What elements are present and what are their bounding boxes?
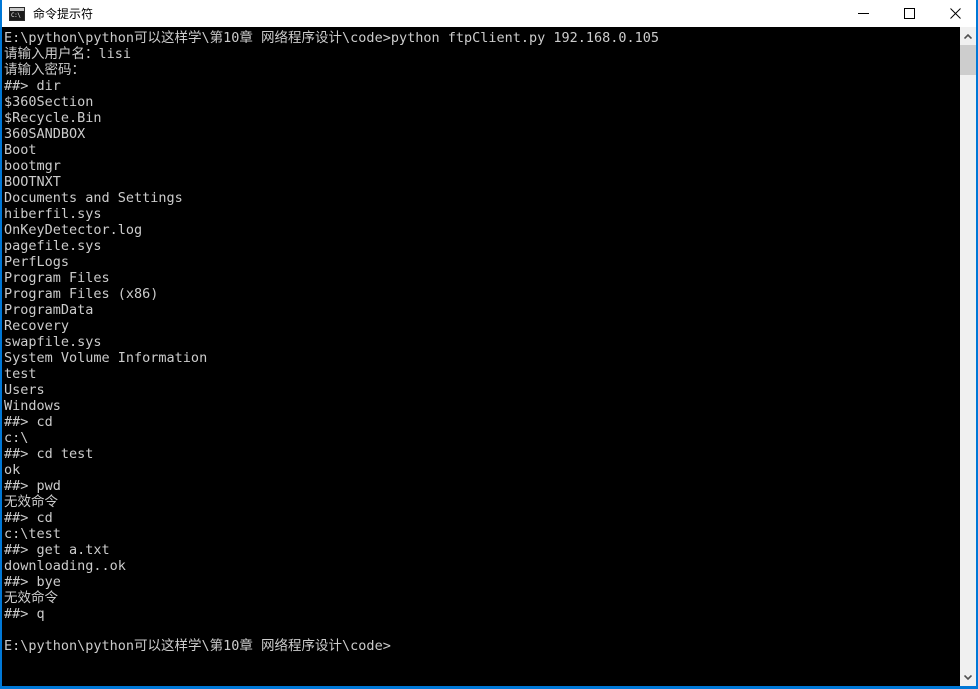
- terminal-output-area[interactable]: E:\python\python可以这样学\第10章 网络程序设计\code>p…: [2, 27, 962, 686]
- vertical-scrollbar[interactable]: [960, 27, 976, 686]
- minimize-button[interactable]: [840, 0, 886, 27]
- minimize-icon: [857, 13, 869, 14]
- scroll-up-arrow-icon: [964, 33, 972, 39]
- terminal-text: E:\python\python可以这样学\第10章 网络程序设计\code>p…: [4, 30, 660, 654]
- maximize-icon: [903, 8, 915, 19]
- command-prompt-window: C:\ 命令提示符 E:\python\python可以这样学\第10章 网络程…: [0, 0, 978, 689]
- title-bar-left: C:\ 命令提示符: [2, 0, 840, 27]
- scroll-down-arrow-icon: [964, 674, 972, 680]
- cmd-console-icon: C:\: [9, 6, 25, 21]
- scroll-up-button[interactable]: [960, 27, 976, 45]
- window-controls: [840, 0, 976, 27]
- cmd-icon-glyph: C:\: [11, 11, 21, 19]
- close-icon: [949, 8, 961, 19]
- maximize-button[interactable]: [886, 0, 932, 27]
- scroll-down-button[interactable]: [960, 668, 976, 686]
- scrollbar-thumb[interactable]: [960, 45, 976, 75]
- title-bar[interactable]: C:\ 命令提示符: [2, 0, 976, 27]
- close-button[interactable]: [932, 0, 976, 27]
- window-title: 命令提示符: [33, 7, 94, 21]
- scrollbar-track[interactable]: [960, 45, 976, 668]
